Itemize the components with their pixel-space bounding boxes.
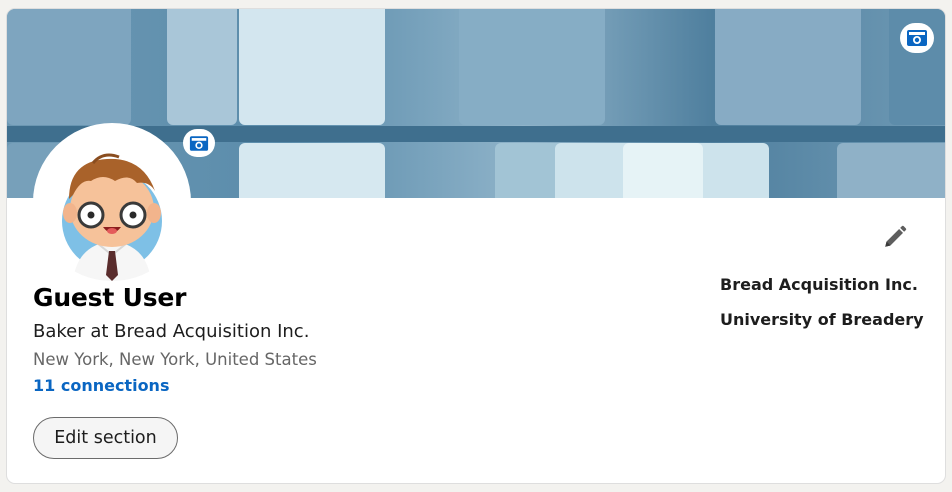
experience-education-list: Bread Acquisition Inc. University of Bre… xyxy=(720,274,924,344)
banner-tile xyxy=(459,9,605,125)
banner-tile xyxy=(623,143,703,198)
profile-avatar[interactable] xyxy=(33,123,191,281)
profile-card: Guest User Baker at Bread Acquisition In… xyxy=(6,8,946,484)
connections-link[interactable]: 11 connections xyxy=(33,376,169,395)
education-link[interactable]: University of Breadery xyxy=(720,309,924,344)
banner-tile xyxy=(837,143,945,198)
profile-headline: Baker at Bread Acquisition Inc. xyxy=(33,321,310,342)
banner-tile xyxy=(7,9,131,125)
banner-tile xyxy=(239,143,385,198)
current-company-link[interactable]: Bread Acquisition Inc. xyxy=(720,274,924,309)
profile-location: New York, New York, United States xyxy=(33,350,317,369)
avatar-camera-button[interactable] xyxy=(183,129,215,157)
profile-name: Guest User xyxy=(33,283,187,312)
banner-tile xyxy=(715,9,861,125)
edit-intro-button[interactable] xyxy=(879,221,911,253)
banner-tile xyxy=(167,9,237,125)
pencil-icon xyxy=(885,225,907,247)
banner-tile xyxy=(239,9,385,125)
camera-icon xyxy=(907,30,927,46)
avatar-illustration xyxy=(62,153,162,281)
banner-camera-button[interactable] xyxy=(900,23,934,53)
camera-icon xyxy=(189,135,209,151)
edit-section-button[interactable]: Edit section xyxy=(33,417,178,459)
